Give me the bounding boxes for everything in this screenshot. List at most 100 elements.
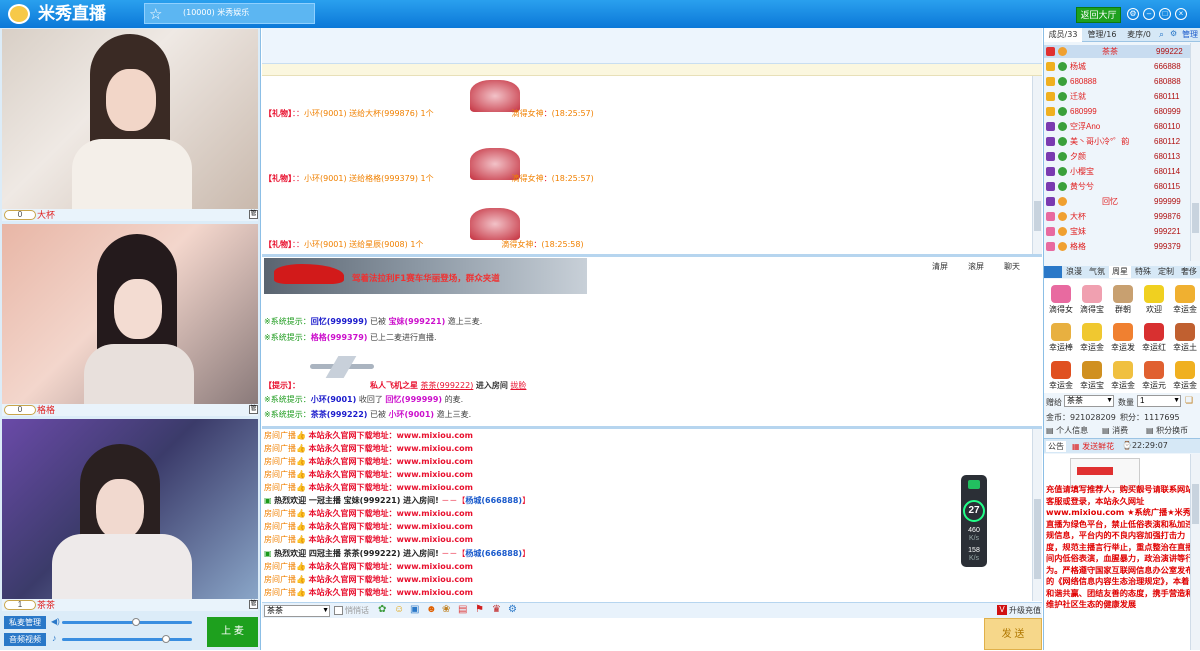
user-row[interactable]: 小樱宝 680114 (1044, 165, 1190, 178)
quantity-select[interactable]: 1 ▼ (1137, 395, 1181, 407)
user-row[interactable]: 格格 999379 (1044, 240, 1190, 253)
gift-item[interactable]: 幸运棒 (1046, 323, 1076, 353)
whisper-checkbox[interactable] (334, 606, 343, 615)
star-icon[interactable]: ☆ (149, 5, 162, 23)
slider-knob[interactable] (132, 618, 140, 626)
gift-item[interactable]: 幸运金 (1046, 361, 1076, 391)
clear-screen-button[interactable]: 清屏 (932, 261, 948, 272)
tab-romance[interactable]: 浪漫 (1063, 266, 1085, 278)
tab-luxury[interactable]: 奢侈 (1178, 266, 1200, 278)
gift-item[interactable]: 滴得宝 (1077, 285, 1107, 315)
user-row[interactable]: 迁就 680111 (1044, 90, 1190, 103)
gift-icon[interactable]: ▤ (458, 604, 467, 615)
face-icon[interactable]: ☻ (426, 604, 437, 615)
user-row[interactable]: 大杯 999876 (1044, 210, 1190, 223)
gift-item[interactable]: 幸运土 (1170, 323, 1200, 353)
flower-icon[interactable]: ❀ (442, 604, 450, 615)
emoji-icon[interactable]: ☺ (394, 604, 404, 615)
close-icon[interactable]: × (1175, 8, 1187, 20)
minimize-icon[interactable]: – (1143, 8, 1155, 20)
send-flowers-button[interactable]: ▦ 发送鲜花 (1072, 441, 1114, 452)
gift-item[interactable]: 幸运金 (1170, 285, 1200, 315)
trophy-icon[interactable]: ♛ (492, 604, 501, 615)
user-row[interactable]: 美丶哥小冷°゜韵 680112 (1044, 135, 1190, 148)
gift-item[interactable]: 群朝 (1108, 285, 1138, 315)
audio-video-button[interactable]: 音频视频 (4, 633, 46, 646)
video-stream-3[interactable] (2, 419, 258, 599)
gift-item[interactable]: 欢迎 (1139, 285, 1169, 315)
send-button[interactable]: 发 送 (984, 618, 1042, 650)
broadcast-scrollbar[interactable] (1032, 429, 1042, 601)
settings-icon[interactable]: ⚙ (1127, 8, 1139, 20)
tab-atmosphere[interactable]: 气氛 (1086, 266, 1108, 278)
volume-slider[interactable] (62, 618, 192, 626)
gift-panel-scrollbar[interactable] (1032, 76, 1042, 254)
vip-icon[interactable]: V (997, 605, 1007, 615)
user-row[interactable]: 黄兮兮 680115 (1044, 180, 1190, 193)
tab-notice[interactable]: 公告 (1046, 441, 1066, 452)
scroll-lock-button[interactable]: 滚屏 (968, 261, 984, 272)
font-icon[interactable]: ✿ (378, 604, 386, 615)
notice-scrollbar[interactable] (1190, 454, 1200, 650)
profile-link[interactable]: ▤ 个人信息 (1046, 425, 1088, 436)
upgrade-button[interactable]: 升级充值 (1009, 605, 1041, 616)
admin-icon[interactable]: ⚙ (1170, 29, 1177, 38)
tab-weekly-star[interactable]: 周星 (1109, 266, 1131, 278)
maximize-icon[interactable]: □ (1159, 8, 1171, 20)
image-icon[interactable]: ▣ (410, 604, 419, 615)
video-stream-1[interactable] (2, 29, 258, 209)
room-selector[interactable]: ☆ (10000) 米秀娱乐 (144, 3, 315, 24)
mic-slider[interactable] (62, 635, 192, 643)
user-list-scrollbar[interactable] (1190, 43, 1200, 261)
video-host-name: 大杯 (37, 210, 56, 220)
broadcast-line: 房间广播👍 本站永久官网下载地址：www.mixiou.com (264, 483, 473, 492)
tab-members[interactable]: 成员/33 (1044, 28, 1082, 42)
up-mic-button[interactable]: 上 麦 (207, 617, 258, 647)
manage-icon[interactable]: 管 (249, 600, 258, 609)
user-row[interactable]: 茶茶 999222 (1044, 45, 1190, 58)
user-row[interactable]: 杨城 666888 (1044, 60, 1190, 73)
private-chat-button[interactable]: 聊天 (1004, 261, 1020, 272)
exchange-link[interactable]: ▤ 积分换币 (1146, 425, 1188, 436)
send-gift-icon[interactable]: ❏ (1185, 395, 1193, 406)
mic-icon[interactable]: ♪ (52, 633, 57, 643)
user-row[interactable]: 空浮Ano 680110 (1044, 120, 1190, 133)
scroll-thumb[interactable] (1192, 484, 1199, 524)
video-stream-2[interactable] (2, 224, 258, 404)
gift-item[interactable]: 幸运发 (1108, 323, 1138, 353)
scroll-thumb[interactable] (1034, 201, 1041, 231)
user-row[interactable]: 680999 680999 (1044, 105, 1190, 118)
return-lobby-button[interactable]: 返回大厅 (1076, 7, 1121, 23)
flag-icon[interactable]: ⚑ (475, 604, 484, 615)
gift-item[interactable]: 幸运宝 (1077, 361, 1107, 391)
recipient-select[interactable]: 茶茶 ▼ (264, 605, 330, 617)
tab-admins[interactable]: 管理/16 (1083, 28, 1121, 42)
user-row[interactable]: 回忆 999999 (1044, 195, 1190, 208)
tab-gift-home[interactable] (1044, 266, 1062, 278)
gift-item[interactable]: 滴得女 (1046, 285, 1076, 315)
manage-icon[interactable]: 管 (249, 210, 258, 219)
settings-small-icon[interactable]: ⚙ (508, 604, 517, 615)
search-icon[interactable]: ⌕ (1159, 29, 1164, 40)
tab-mic-queue[interactable]: 麦序/0 (1122, 28, 1156, 42)
gift-item[interactable]: 幸运金 (1077, 323, 1107, 353)
scroll-thumb[interactable] (1034, 499, 1041, 579)
gift-item[interactable]: 幸运金 (1108, 361, 1138, 391)
user-row[interactable]: 宝妹 999221 (1044, 225, 1190, 238)
scroll-thumb[interactable] (1192, 203, 1199, 233)
slider-knob[interactable] (162, 635, 170, 643)
consumption-link[interactable]: ▤ 消费 (1102, 425, 1128, 436)
gift-item[interactable]: 幸运金 (1170, 361, 1200, 391)
mic-manage-button[interactable]: 私麦管理 (4, 616, 46, 629)
gift-recipient-select[interactable]: 茶茶 ▼ (1064, 395, 1114, 407)
tab-custom[interactable]: 定制 (1155, 266, 1177, 278)
gift-item[interactable]: 幸运元 (1139, 361, 1169, 391)
manage-icon[interactable]: 管 (249, 405, 258, 414)
user-row[interactable]: 680888 680888 (1044, 75, 1190, 88)
manage-link[interactable]: 管理 (1180, 28, 1200, 42)
tab-special[interactable]: 特殊 (1132, 266, 1154, 278)
message-input[interactable] (262, 619, 1042, 650)
gift-item[interactable]: 幸运红 (1139, 323, 1169, 353)
speaker-icon[interactable]: ◀) (51, 617, 60, 626)
user-row[interactable]: 夕颜 680113 (1044, 150, 1190, 163)
